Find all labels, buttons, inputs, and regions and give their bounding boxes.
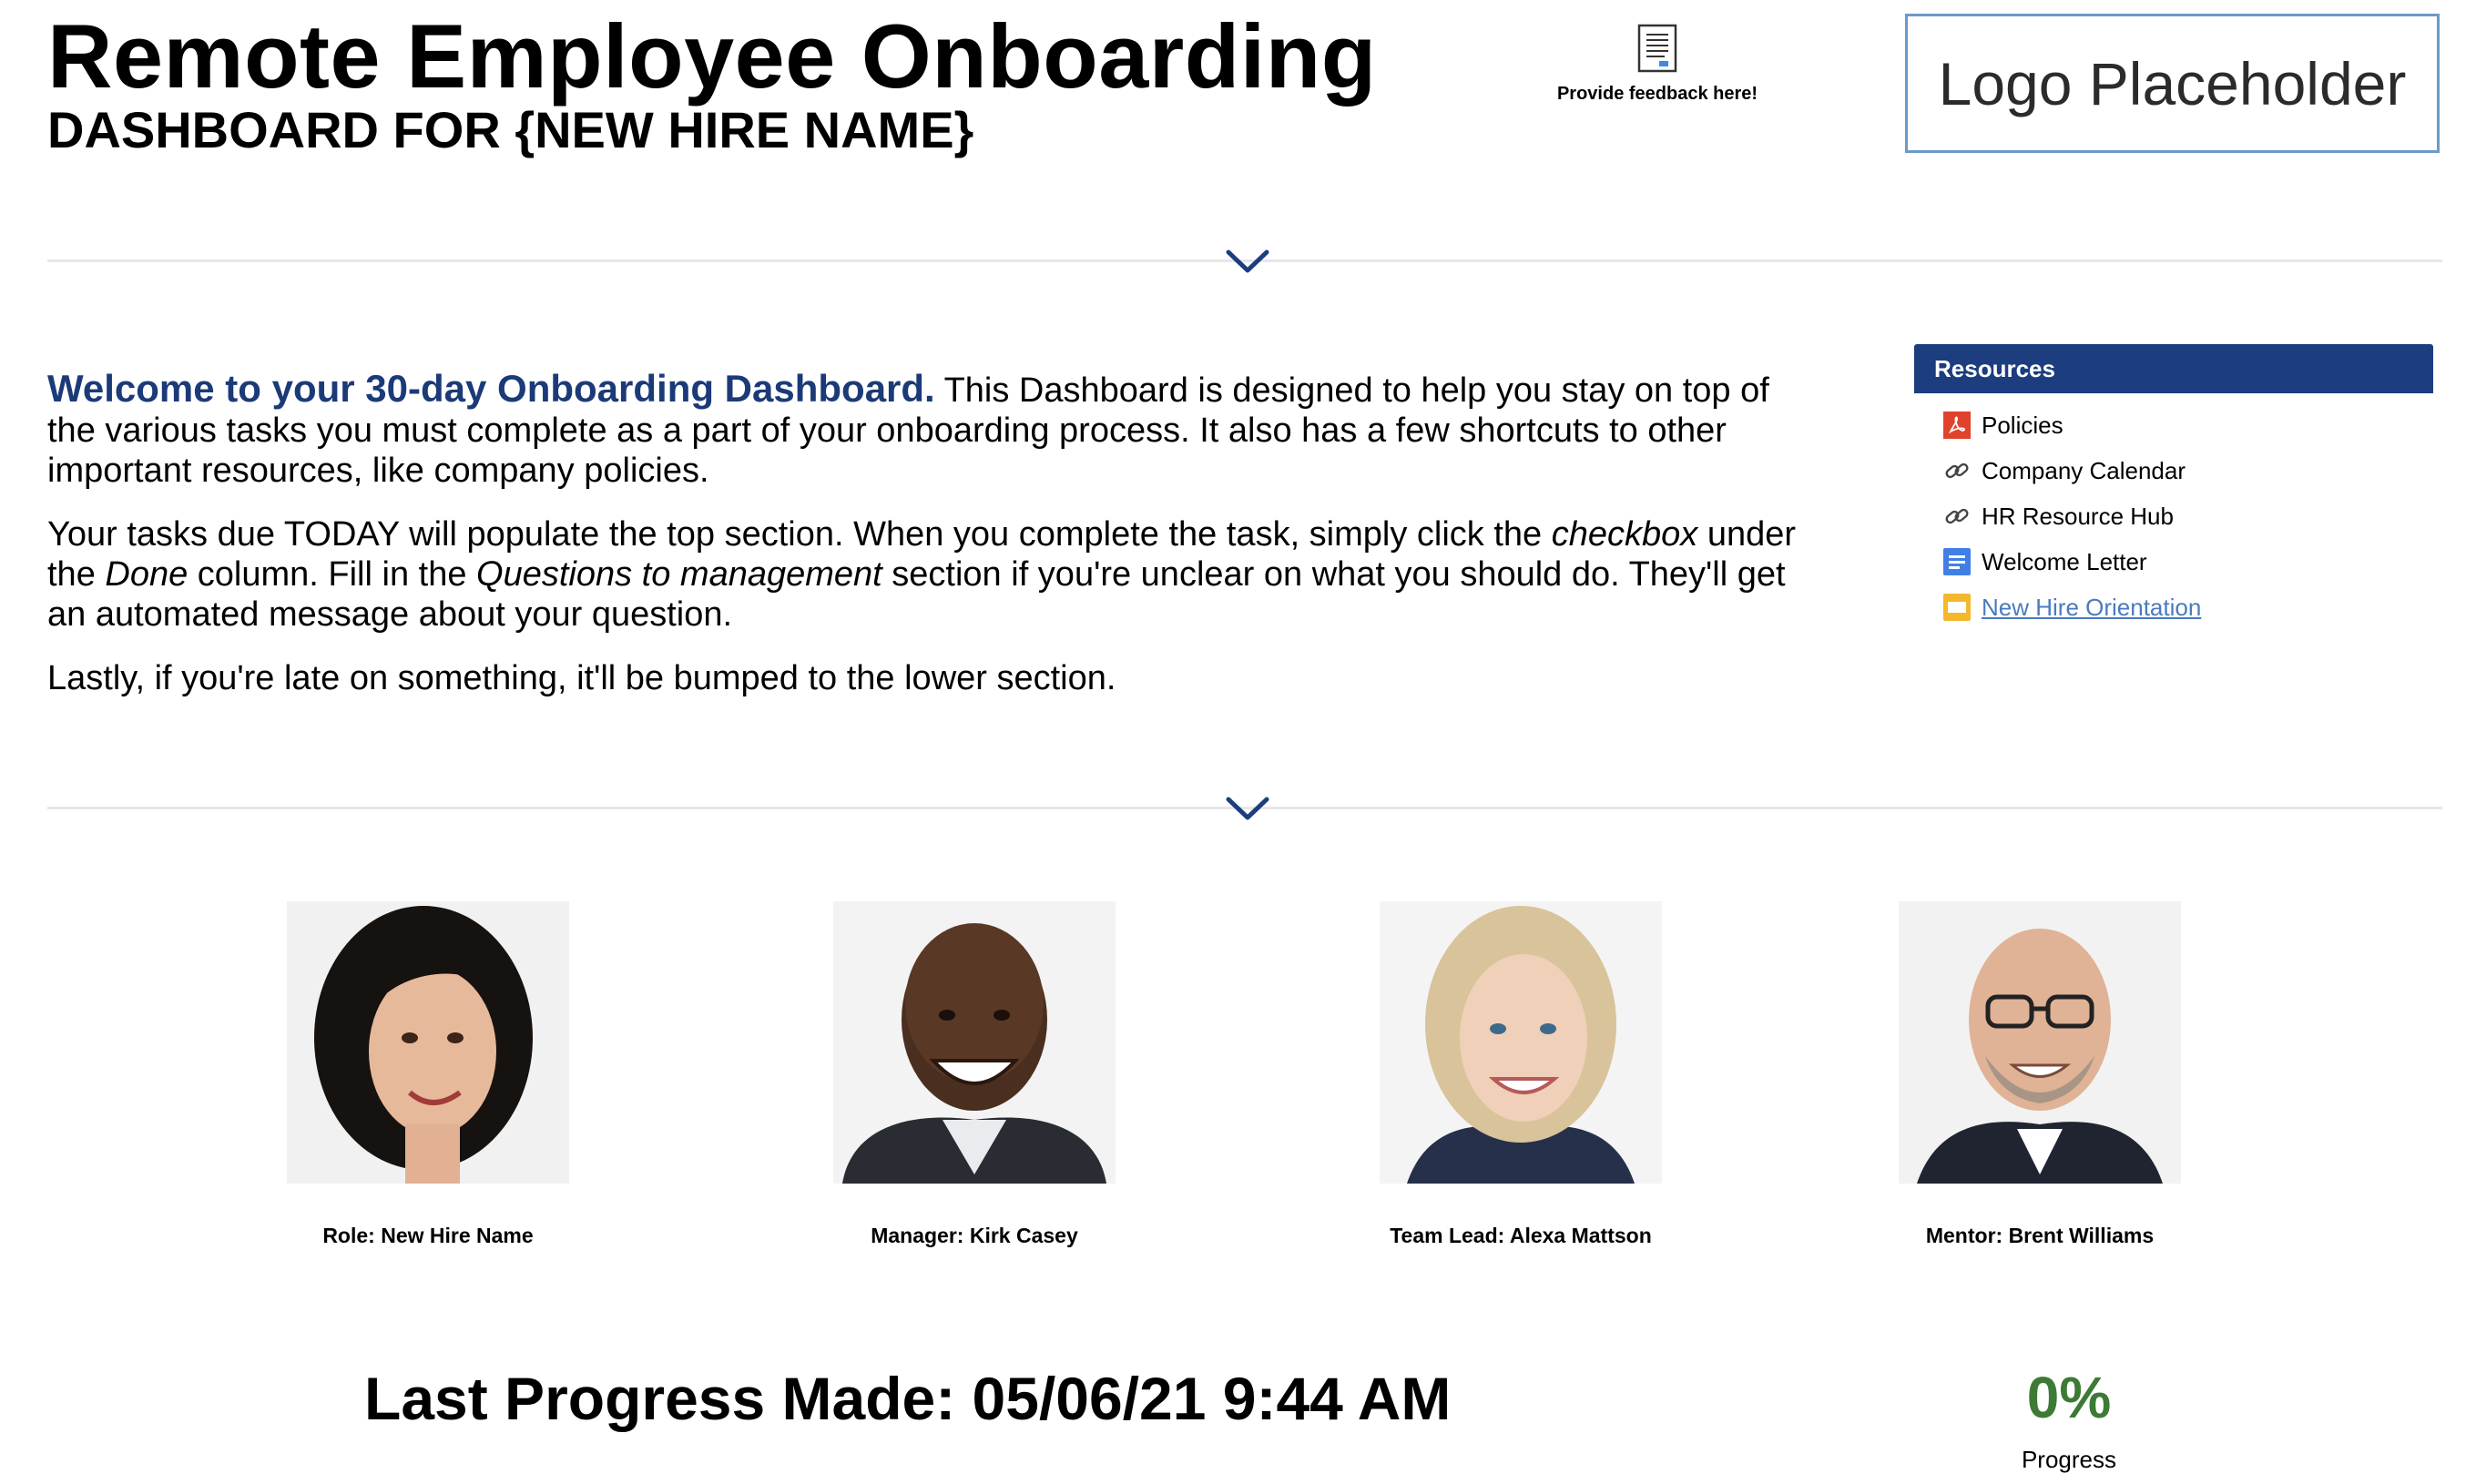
link-icon bbox=[1943, 503, 1971, 530]
intro-paragraph-1: Welcome to your 30-day Onboarding Dashbo… bbox=[47, 369, 1805, 491]
logo-placeholder: Logo Placeholder bbox=[1905, 14, 2440, 153]
intro-paragraph-3: Lastly, if you're late on something, it'… bbox=[47, 659, 1116, 697]
intro-text: Welcome to your 30-day Onboarding Dashbo… bbox=[47, 369, 1805, 722]
resource-label: Policies bbox=[1982, 411, 2063, 439]
page-title: Remote Employee Onboarding bbox=[47, 5, 1377, 107]
person-card-mentor: Mentor: Brent Williams bbox=[1876, 901, 2204, 1248]
person-card-manager: Manager: Kirk Casey bbox=[810, 901, 1138, 1248]
resources-list: Policies Company Calendar HR Resource Hu… bbox=[1914, 393, 2433, 630]
resource-link-label[interactable]: New Hire Orientation bbox=[1982, 594, 2201, 622]
resource-item-hr-resource-hub[interactable]: HR Resource Hub bbox=[1943, 493, 2433, 539]
intro-p2-emphasis-questions: Questions to management bbox=[476, 555, 882, 594]
resource-item-company-calendar[interactable]: Company Calendar bbox=[1943, 448, 2433, 493]
doc-icon bbox=[1943, 548, 1971, 575]
resource-item-welcome-letter[interactable]: Welcome Letter bbox=[1943, 539, 2433, 584]
progress-label: Progress bbox=[2021, 1446, 2117, 1473]
page-subtitle: DASHBOARD FOR {NEW HIRE NAME} bbox=[47, 101, 974, 158]
chevron-down-icon[interactable] bbox=[1225, 795, 1270, 822]
mentor-photo bbox=[1899, 901, 2181, 1184]
last-progress-text: Last Progress Made: 05/06/21 9:44 AM bbox=[364, 1365, 1452, 1432]
chevron-down-icon[interactable] bbox=[1225, 248, 1270, 275]
person-caption: Mentor: Brent Williams bbox=[1925, 1224, 2155, 1247]
manager-photo bbox=[833, 901, 1116, 1184]
feedback-document-icon bbox=[1637, 24, 1677, 73]
intro-p2-emphasis-done: Done bbox=[105, 555, 189, 594]
pdf-icon bbox=[1943, 412, 1971, 439]
resources-header: Resources bbox=[1914, 344, 2433, 393]
resource-label: Welcome Letter bbox=[1982, 547, 2147, 575]
resources-panel: Resources Policies Company Calendar HR R… bbox=[1914, 344, 2433, 630]
resource-item-policies[interactable]: Policies bbox=[1943, 402, 2433, 448]
person-caption: Role: New Hire Name bbox=[322, 1224, 534, 1247]
intro-lead: Welcome to your 30-day Onboarding Dashbo… bbox=[47, 367, 935, 410]
person-caption: Team Lead: Alexa Mattson bbox=[1390, 1224, 1652, 1247]
intro-p2-text-a: Your tasks due TODAY will populate the t… bbox=[47, 515, 1552, 554]
resource-label: Company Calendar bbox=[1982, 456, 2186, 484]
progress-percent: 0% bbox=[2026, 1365, 2112, 1430]
person-card-team-lead: Team Lead: Alexa Mattson bbox=[1357, 901, 1685, 1248]
feedback-link[interactable]: Provide feedback here! bbox=[1521, 24, 1794, 105]
link-icon bbox=[1943, 457, 1971, 484]
resource-item-new-hire-orientation[interactable]: New Hire Orientation bbox=[1943, 584, 2433, 630]
intro-p2-text-c: column. Fill in the bbox=[188, 555, 477, 594]
team-lead-photo bbox=[1380, 901, 1662, 1184]
intro-paragraph-2: Your tasks due TODAY will populate the t… bbox=[47, 514, 1805, 635]
slides-icon bbox=[1943, 594, 1971, 621]
person-caption: Manager: Kirk Casey bbox=[871, 1224, 1078, 1247]
resource-label: HR Resource Hub bbox=[1982, 502, 2174, 530]
person-card-new-hire: Role: New Hire Name bbox=[264, 901, 592, 1248]
feedback-label: Provide feedback here! bbox=[1556, 84, 1758, 104]
new-hire-photo bbox=[287, 901, 569, 1184]
intro-p2-emphasis-checkbox: checkbox bbox=[1551, 515, 1698, 554]
